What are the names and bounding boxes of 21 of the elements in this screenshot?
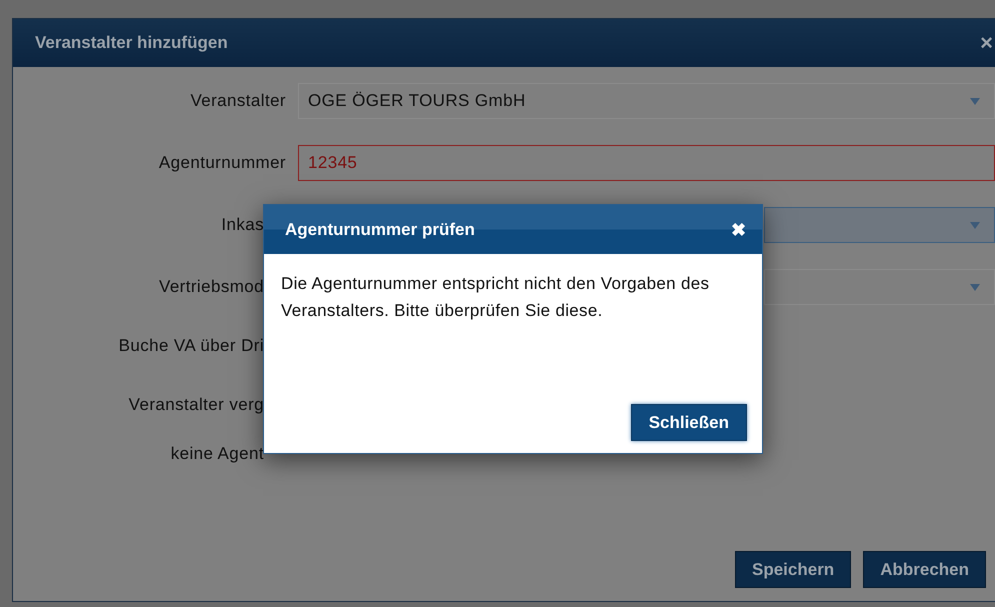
field-label: Inkas <box>220 215 264 235</box>
close-icon[interactable]: ✖ <box>731 218 746 240</box>
select-field[interactable] <box>764 269 995 305</box>
select-field[interactable] <box>764 207 995 243</box>
close-icon[interactable]: × <box>980 30 993 56</box>
field-label: Veranstalter <box>189 91 286 111</box>
dropdown-arrow-icon[interactable] <box>970 98 980 104</box>
close-button[interactable]: Schließen <box>630 404 747 441</box>
field-label: Vertriebsmod <box>158 277 264 297</box>
field-label: Veranstalter verg <box>128 395 264 415</box>
dropdown-arrow-icon[interactable] <box>970 284 980 290</box>
select-field[interactable]: OGE ÖGER TOURS GmbH <box>298 83 995 119</box>
dialog-button[interactable]: Abbrechen <box>863 551 986 588</box>
dialog-title: Veranstalter hinzufügen <box>35 33 228 53</box>
dialog-button[interactable]: Speichern <box>735 551 852 588</box>
field-label: Buche VA über Dri <box>118 336 264 356</box>
field-label: Agenturnummer <box>158 153 286 173</box>
field-label: keine Agent <box>170 444 264 464</box>
message-text: Die Agenturnummer entspricht nicht den Vorgaben des Veranstalters. Bitte überprüfen Sie diese. <box>281 273 710 322</box>
dropdown-arrow-icon[interactable] <box>970 222 980 228</box>
modal-title: Agenturnummer prüfen <box>285 220 475 240</box>
